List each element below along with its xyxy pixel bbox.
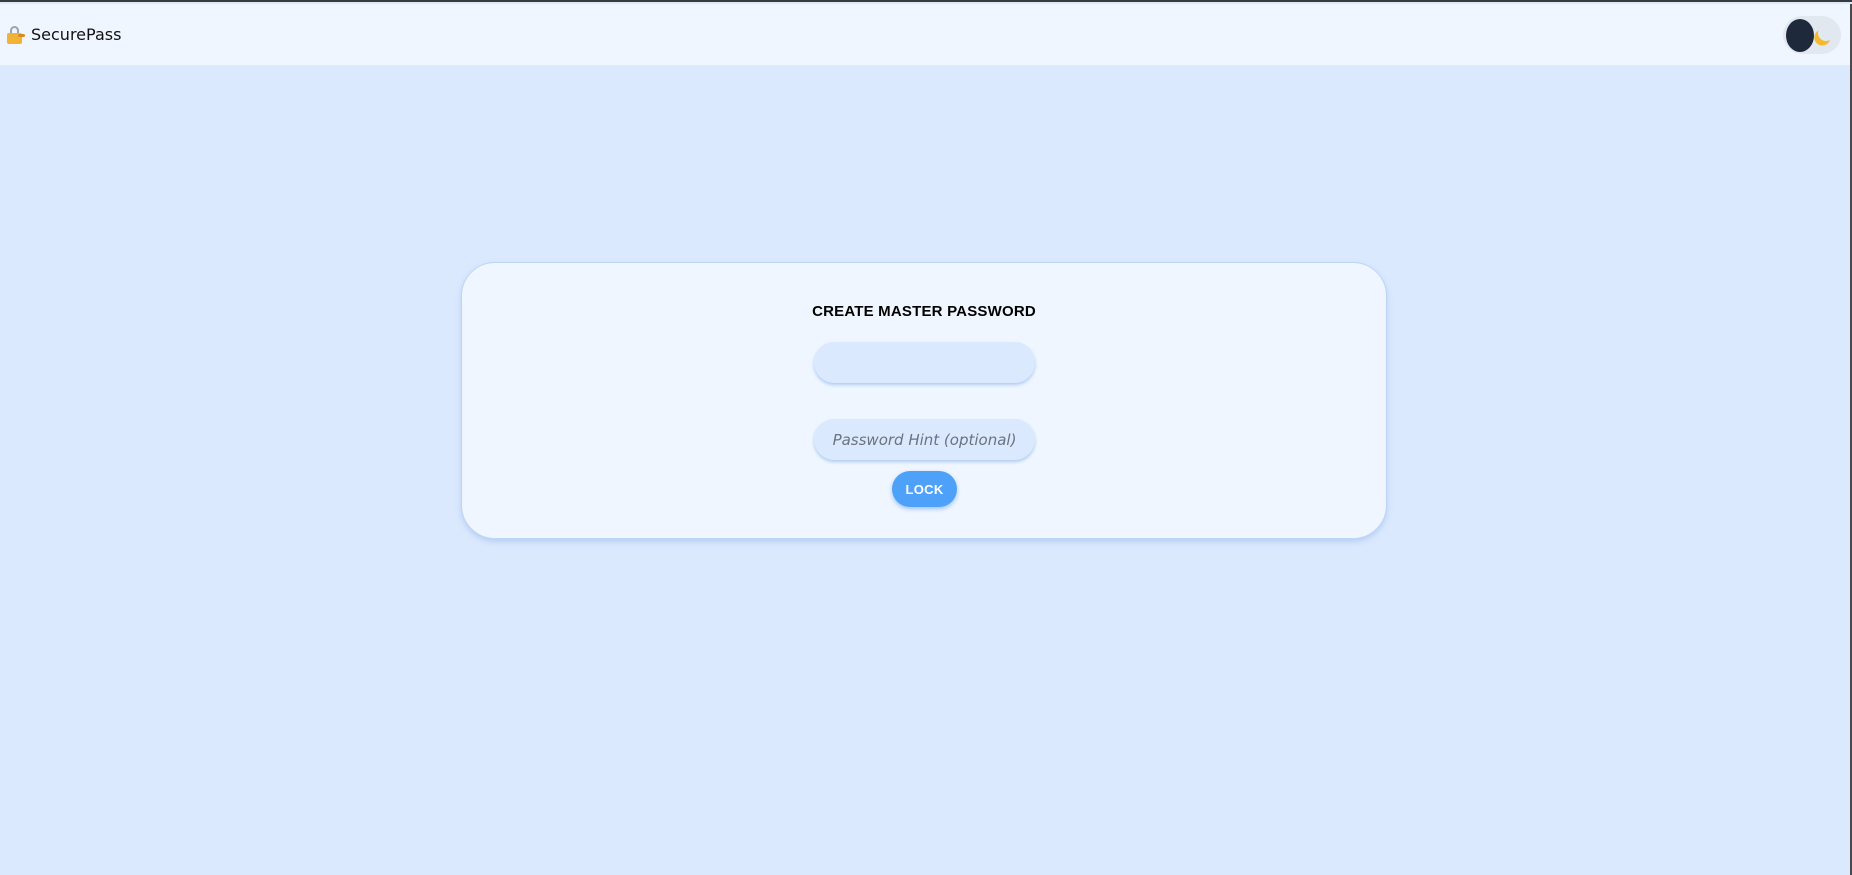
- master-password-input[interactable]: [814, 342, 1035, 383]
- theme-toggle-knob: [1786, 19, 1814, 52]
- brand-name: SecurePass: [31, 25, 122, 44]
- app-window: SecurePass CREATE MASTER PASSWORD LOCK: [0, 0, 1852, 875]
- moon-icon: [1816, 23, 1837, 44]
- master-password-card: CREATE MASTER PASSWORD LOCK: [461, 262, 1387, 539]
- lock-button[interactable]: LOCK: [892, 471, 957, 507]
- top-navbar: SecurePass: [0, 4, 1852, 65]
- theme-toggle[interactable]: [1783, 16, 1841, 54]
- card-title: CREATE MASTER PASSWORD: [812, 303, 1036, 320]
- brand: SecurePass: [7, 4, 121, 65]
- lock-with-key-icon: [7, 25, 25, 44]
- password-hint-input[interactable]: [814, 419, 1035, 460]
